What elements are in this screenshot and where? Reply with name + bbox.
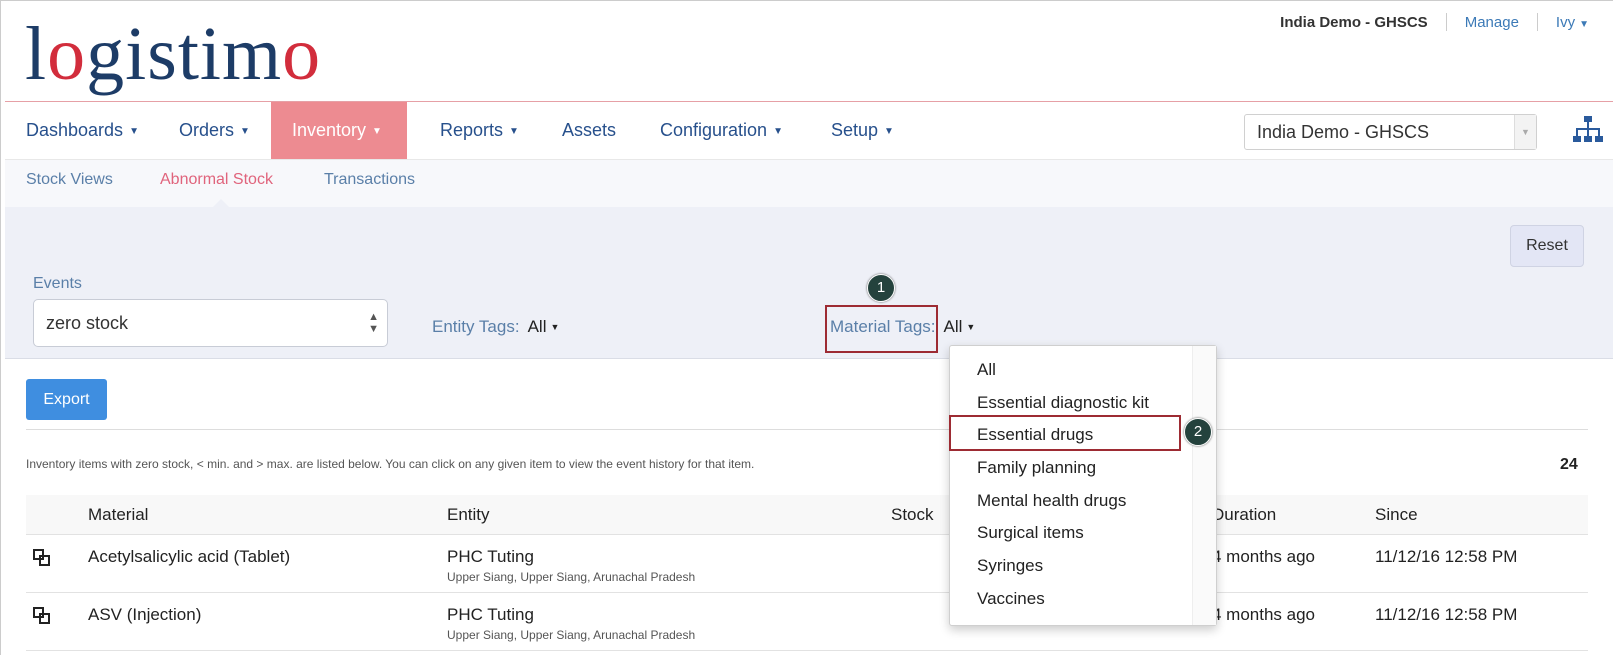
- filter-panel: Reset Events zero stock ▲ ▼ Entity Tags: A…: [5, 207, 1613, 359]
- menu-option-family-planning[interactable]: Family planning: [977, 458, 1096, 478]
- result-count: 24: [1560, 456, 1578, 473]
- account-bar: India Demo - GHSCS Manage Ivy ▼: [1280, 13, 1589, 31]
- caret-down-icon: ▼: [550, 322, 560, 332]
- material-tags-menu: All Essential diagnostic kit Essential d…: [949, 345, 1217, 626]
- nav-configuration[interactable]: Configuration ▼: [639, 102, 804, 159]
- material-name: ASV (Injection): [88, 605, 202, 624]
- nav-label: Reports: [440, 120, 504, 140]
- subnav-stock-views[interactable]: Stock Views: [26, 160, 113, 208]
- updown-arrows-icon: ▲ ▼: [368, 311, 379, 335]
- info-text: Inventory items with zero stock, < min. …: [26, 457, 755, 471]
- logistimo-logo[interactable]: logistimo: [25, 9, 321, 99]
- caret-down-icon: ▼: [129, 126, 139, 137]
- user-name: Ivy: [1555, 13, 1576, 31]
- account-name: India Demo - GHSCS: [1280, 13, 1428, 31]
- table-row[interactable]: Acetylsalicylic acid (Tablet) PHC Tuting…: [26, 535, 1588, 593]
- manage-link[interactable]: Manage: [1465, 14, 1519, 31]
- menu-option-vaccines[interactable]: Vaccines: [977, 589, 1045, 609]
- nav-label: Setup: [831, 120, 879, 140]
- duration-value: 4 months ago: [1212, 605, 1316, 624]
- nav-label: Inventory: [292, 120, 367, 140]
- entity-location: Upper Siang, Upper Siang, Arunachal Prad…: [447, 628, 696, 642]
- nav-assets[interactable]: Assets: [541, 102, 637, 159]
- since-value: 11/12/16 12:58 PM: [1375, 605, 1518, 624]
- annotation-badge-2: 2: [1184, 418, 1212, 446]
- nav-inventory[interactable]: Inventory ▼: [271, 102, 407, 159]
- annotation-box-material-tags: [825, 305, 938, 353]
- menu-option-mental-health-drugs[interactable]: Mental health drugs: [977, 491, 1126, 511]
- header-entity: Entity: [447, 505, 490, 524]
- header-duration: Duration: [1212, 505, 1277, 524]
- entity-tags-dropdown[interactable]: All ▼: [528, 317, 560, 336]
- nav-setup[interactable]: Setup ▼: [810, 102, 915, 159]
- header-since: Since: [1375, 505, 1418, 524]
- history-icon[interactable]: [32, 548, 52, 568]
- material-tags-value: All: [943, 317, 963, 336]
- caret-down-icon: ▼: [1579, 18, 1589, 30]
- history-icon[interactable]: [32, 606, 52, 626]
- domain-select[interactable]: India Demo - GHSCS ▼: [1244, 114, 1537, 150]
- user-menu[interactable]: Ivy ▼: [1556, 14, 1589, 31]
- table-header: Material Entity Stock Duration Since: [26, 495, 1588, 535]
- nav-dashboards[interactable]: Dashboards ▼: [5, 102, 160, 159]
- menu-option-surgical-items[interactable]: Surgical items: [977, 523, 1084, 543]
- nav-label: Orders: [179, 120, 235, 140]
- page: logistimo India Demo - GHSCS Manage Ivy ▼…: [0, 0, 1613, 655]
- nav-reports[interactable]: Reports ▼: [419, 102, 540, 159]
- annotation-badge-1: 1: [867, 274, 895, 302]
- caret-down-icon: ▼: [773, 126, 783, 137]
- events-label: Events: [33, 275, 82, 292]
- reset-button[interactable]: Reset: [1510, 225, 1584, 267]
- subnav-transactions[interactable]: Transactions: [324, 160, 415, 208]
- entity-name[interactable]: PHC Tuting: [447, 547, 534, 567]
- entity-location: Upper Siang, Upper Siang, Arunachal Prad…: [447, 570, 696, 584]
- export-button[interactable]: Export: [26, 379, 107, 420]
- hierarchy-icon[interactable]: [1573, 115, 1603, 145]
- caret-down-icon: ▼: [240, 126, 250, 137]
- domain-select-value: India Demo - GHSCS: [1257, 122, 1430, 142]
- main-nav: Dashboards ▼ Orders ▼ Inventory ▼ Reports ▼ …: [5, 102, 1613, 159]
- nav-label: Configuration: [660, 120, 768, 140]
- entity-tags-label: Entity Tags:: [432, 317, 520, 336]
- chevron-down-icon: ▼: [1514, 115, 1536, 149]
- material-name: Acetylsalicylic acid (Tablet): [88, 547, 291, 566]
- entity-name[interactable]: PHC Tuting: [447, 605, 534, 625]
- caret-down-icon: ▼: [372, 126, 382, 137]
- material-tags-dropdown[interactable]: All ▼: [944, 317, 976, 336]
- menu-option-syringes[interactable]: Syringes: [977, 556, 1043, 576]
- sub-nav: Stock Views Abnormal Stock Transactions: [5, 159, 1613, 208]
- menu-option-all[interactable]: All: [977, 360, 996, 380]
- entity-tags-value: All: [527, 317, 547, 336]
- caret-down-icon: ▼: [509, 126, 519, 137]
- menu-scrollbar[interactable]: [1192, 346, 1216, 625]
- nav-label: Dashboards: [26, 120, 124, 140]
- divider: [1536, 13, 1538, 31]
- divider: [1445, 13, 1447, 31]
- entity-tags-filter: Entity Tags: All ▼: [432, 317, 559, 337]
- events-select[interactable]: zero stock ▲ ▼: [33, 299, 388, 347]
- events-select-value: zero stock: [46, 313, 129, 333]
- divider: [26, 429, 1588, 430]
- caret-down-icon: ▼: [966, 322, 976, 332]
- table-row[interactable]: ASV (Injection) PHC Tuting Upper Siang, …: [26, 593, 1588, 651]
- duration-value: 4 months ago: [1212, 547, 1316, 566]
- menu-option-essential-diagnostic-kit[interactable]: Essential diagnostic kit: [977, 393, 1149, 413]
- since-value: 11/12/16 12:58 PM: [1375, 547, 1518, 566]
- nav-orders[interactable]: Orders ▼: [158, 102, 271, 159]
- caret-down-icon: ▼: [884, 126, 894, 137]
- header-stock: Stock: [891, 505, 934, 524]
- header-material: Material: [88, 505, 149, 524]
- annotation-box-essential-drugs: [949, 415, 1181, 451]
- nav-label: Assets: [562, 120, 617, 140]
